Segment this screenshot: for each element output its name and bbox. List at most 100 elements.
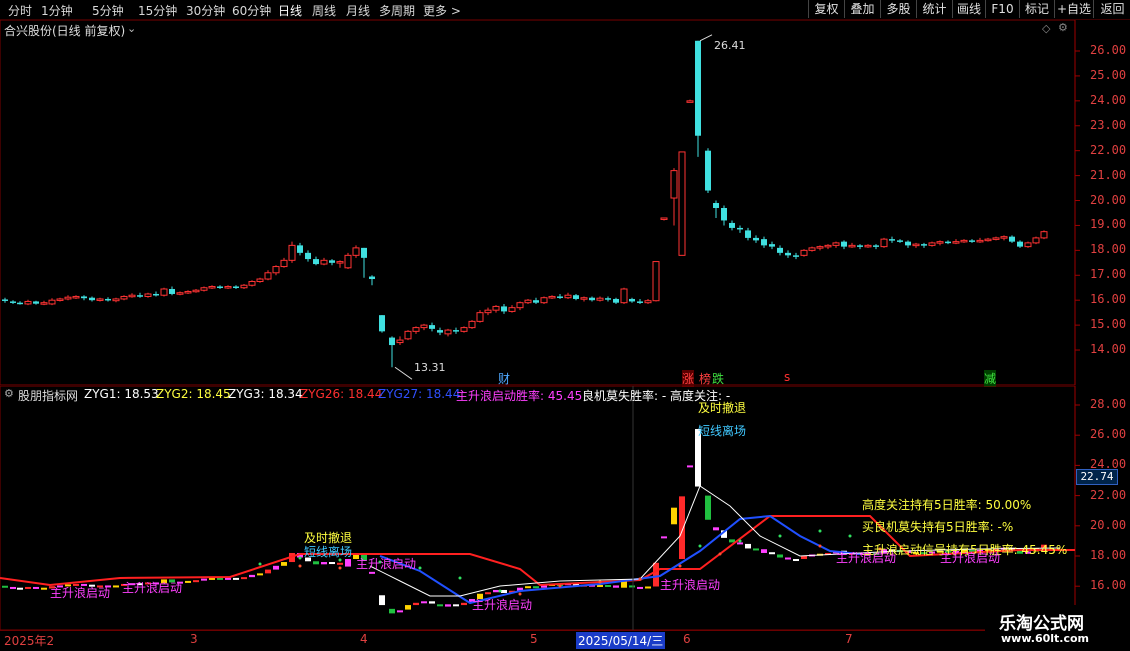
watermark-url: www.60lt.com: [1001, 632, 1090, 645]
main-y-tick-label: 19.00: [1090, 217, 1127, 232]
draw-line-button[interactable]: 画线: [952, 0, 985, 18]
period-tab-multi[interactable]: 多周期: [379, 2, 415, 19]
indicator-panel[interactable]: ⚙ 股朋指标网 ZYG1: 18.53 ZYG2: 18.45 ZYG3: 18…: [0, 386, 1126, 631]
indicator-bar: [793, 559, 799, 562]
period-tab-15min[interactable]: 15分钟: [138, 2, 177, 19]
indicator-bar: [671, 507, 677, 525]
trend-dot-green: [418, 566, 422, 570]
event-marker-fall[interactable]: 跌: [712, 370, 724, 387]
period-tab-1min[interactable]: 1分钟: [41, 2, 73, 19]
fuquan-button[interactable]: 复权: [808, 0, 844, 18]
candle-body: [1040, 231, 1048, 239]
candle-body: [404, 330, 412, 340]
main-y-tick-label: 26.00: [1090, 43, 1127, 57]
period-tab-30min[interactable]: 30分钟: [186, 2, 225, 19]
multi-stock-button[interactable]: 多股: [880, 0, 916, 18]
event-marker-finance[interactable]: 财: [498, 370, 510, 387]
candle-body: [678, 151, 686, 256]
site-watermark: 乐淘公式网 www.60lt.com: [985, 605, 1130, 650]
candle-body: [873, 245, 879, 247]
candle-body: [605, 298, 611, 300]
indicator-bar: [273, 565, 279, 570]
indicator-bar: [637, 586, 643, 589]
indicator-bar: [185, 580, 191, 583]
stock-title: 合兴股份(日线 前复权): [4, 24, 126, 38]
candle-body: [344, 254, 352, 269]
trend-dot-green: [298, 556, 302, 560]
diamond-icon[interactable]: ◇: [1042, 22, 1050, 35]
candle-body: [48, 299, 56, 305]
candle-body: [320, 259, 328, 265]
indicator-bar: [41, 587, 47, 590]
price-chart-panel[interactable]: 合兴股份(日线 前复权) ⌄ ◇ ⚙ 26.41 13.31 26.00 25.0…: [0, 20, 1126, 387]
main-y-tick-label: 17.00: [1090, 267, 1127, 282]
indicator-bar: [761, 549, 767, 553]
period-tab-daily[interactable]: 日线: [278, 2, 302, 19]
indicator-bar: [2, 585, 8, 588]
main-y-tick-label: 21.00: [1090, 167, 1127, 182]
event-marker-limit-up[interactable]: 涨: [682, 370, 695, 387]
sub-y-tick-label: 20.00: [1090, 517, 1127, 532]
indicator-bar: [217, 577, 223, 580]
period-tab-fenshi[interactable]: 分时: [8, 2, 32, 19]
candle-body: [713, 203, 719, 208]
indicator-bar: [597, 584, 603, 587]
candle-body: [905, 241, 911, 246]
add-favorite-button[interactable]: +自选: [1054, 0, 1093, 18]
trend-dot-green: [498, 589, 502, 593]
f10-button[interactable]: F10: [985, 0, 1019, 18]
candle-body: [144, 293, 152, 297]
annotation-main-rise-4: 主升浪启动: [472, 598, 533, 612]
period-tab-weekly[interactable]: 周线: [312, 2, 336, 19]
candle-body: [240, 284, 248, 289]
settings-icon[interactable]: ⚙: [1058, 21, 1068, 34]
trend-dot-red: [678, 564, 682, 568]
sub-y-tick-label: 16.00: [1090, 578, 1127, 593]
statistics-button[interactable]: 统计: [916, 0, 952, 18]
main-y-tick-label: 22.00: [1090, 142, 1127, 157]
candle-body: [40, 302, 48, 305]
indicator-bar: [10, 586, 16, 589]
annotation-main-rise-7: 主升浪启动: [940, 551, 1001, 565]
period-tab-60min[interactable]: 60分钟: [232, 2, 271, 19]
indicator-bar: [321, 562, 327, 565]
period-tab-more[interactable]: 更多 >: [423, 2, 461, 19]
main-y-tick-label: 18.00: [1090, 242, 1127, 257]
indicator-bar: [241, 577, 247, 580]
back-button[interactable]: 返回: [1093, 0, 1130, 18]
candle-body: [412, 327, 420, 332]
sub-y-tick-label: 28.00: [1090, 397, 1127, 411]
candle-body: [721, 207, 727, 221]
time-label-may: 5: [530, 632, 538, 646]
candle-body: [800, 249, 808, 256]
annotation-main-rise-2: 主升浪启动: [122, 581, 183, 595]
event-marker-billboard[interactable]: 榜: [699, 370, 711, 387]
candle-body: [524, 299, 532, 304]
event-marker-reduce[interactable]: 减: [984, 370, 997, 387]
overlay-button[interactable]: 叠加: [844, 0, 880, 18]
title-dropdown-icon[interactable]: ⌄: [127, 22, 136, 35]
candle-body: [352, 247, 360, 256]
event-marker-s[interactable]: s: [784, 370, 790, 384]
indicator-bar: [687, 465, 693, 468]
candle-body: [192, 289, 200, 293]
candlestick-chart[interactable]: [0, 20, 1130, 386]
candle-body: [1032, 237, 1040, 244]
candle-body: [652, 261, 660, 302]
mark-button[interactable]: 标记: [1019, 0, 1054, 18]
indicator-bar: [397, 610, 403, 613]
indicator-bar: [17, 587, 23, 590]
period-tab-monthly[interactable]: 月线: [346, 2, 370, 19]
candle-body: [313, 259, 319, 265]
indicator-bar: [453, 604, 459, 607]
candle-body: [460, 327, 468, 332]
indicator-settings-icon[interactable]: ⚙: [4, 387, 14, 400]
indicator-bar: [209, 577, 215, 580]
candle-body: [2, 299, 8, 301]
indicator-bar: [679, 496, 685, 560]
candle-body: [288, 244, 296, 261]
candle-body: [184, 290, 192, 294]
trend-dot-green: [848, 534, 852, 538]
period-tab-5min[interactable]: 5分钟: [92, 2, 124, 19]
candle-body: [72, 295, 80, 299]
